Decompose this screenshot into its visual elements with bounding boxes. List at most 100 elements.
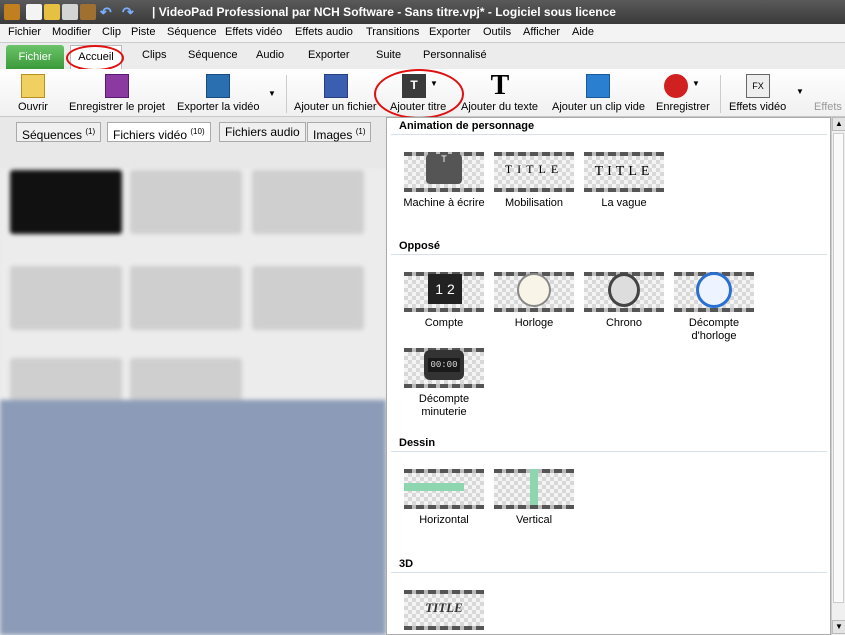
tab-suite[interactable]: Suite — [376, 49, 401, 61]
divider — [391, 254, 827, 255]
title-style-horizontal[interactable]: Horizontal — [399, 469, 489, 527]
scroll-down-icon[interactable]: ▼ — [832, 620, 845, 634]
app-icon — [4, 4, 20, 20]
fx-icon: FX — [746, 74, 770, 98]
dropdown-scrollbar[interactable]: ▲ ▼ — [831, 117, 845, 635]
redo-icon[interactable]: ↷ — [122, 4, 138, 20]
open-icon[interactable] — [44, 4, 60, 20]
scroll-thumb[interactable] — [833, 133, 844, 603]
film-export-icon — [206, 74, 230, 98]
title-style-vertical[interactable]: Vertical — [489, 469, 579, 527]
record-icon — [664, 74, 688, 98]
ribbon-toolbar: Ouvrir Enregistrer le projet Exporter la… — [0, 69, 845, 119]
tab-audio-files[interactable]: Fichiers audio — [219, 122, 306, 142]
timer-icon: 00:00 — [404, 348, 484, 388]
section-header: Animation de personnage — [399, 120, 535, 132]
window-title: | VideoPad Professional par NCH Software… — [152, 5, 616, 19]
lock-icon[interactable] — [80, 4, 96, 20]
media-thumbnails — [0, 168, 386, 422]
countdown-clock-icon — [674, 272, 754, 312]
tab-exporter[interactable]: Exporter — [308, 49, 350, 61]
menu-item[interactable]: Séquence — [167, 26, 217, 38]
undo-icon[interactable]: ↶ — [100, 4, 116, 20]
record-button[interactable]: Enregistrer ▼ — [652, 71, 714, 115]
add-title-dropdown: Animation de personnage T Machine à écri… — [386, 117, 831, 635]
horizontal-wipe-icon — [404, 469, 484, 509]
new-icon[interactable] — [26, 4, 42, 20]
menu-item[interactable]: Piste — [131, 26, 155, 38]
title-style-clock[interactable]: Horloge — [489, 272, 579, 330]
divider — [391, 451, 827, 452]
text-t-icon: T — [490, 70, 510, 101]
stopwatch-icon — [584, 272, 664, 312]
menu-bar: Fichier Modifier Clip Piste Séquence Eff… — [0, 24, 845, 43]
menu-item[interactable]: Clip — [102, 26, 121, 38]
section-header: Opposé — [399, 240, 440, 252]
video-effects-button[interactable]: FX Effets vidéo — [724, 71, 792, 115]
blank-clip-icon — [586, 74, 610, 98]
menu-item[interactable]: Effets audio — [295, 26, 353, 38]
clock-icon — [494, 272, 574, 312]
video-thumbnail[interactable] — [130, 170, 242, 234]
dropdown-arrow-icon[interactable]: ▼ — [796, 87, 804, 96]
title-style-count[interactable]: 1 2 Compte — [399, 272, 489, 330]
title-style-clock-countdown[interactable]: Décompte d'horloge — [669, 272, 759, 343]
title-style-3d[interactable]: TITLE — [399, 590, 489, 630]
scroll-up-icon[interactable]: ▲ — [832, 117, 845, 131]
add-media-icon — [324, 74, 348, 98]
divider — [391, 134, 827, 135]
title-3d-icon: TITLE — [404, 590, 484, 630]
divider — [286, 75, 287, 113]
menu-item[interactable]: Aide — [572, 26, 594, 38]
folder-icon — [21, 74, 45, 98]
tab-fichier[interactable]: Fichier — [6, 45, 64, 69]
save-icon[interactable] — [62, 4, 78, 20]
menu-item[interactable]: Outils — [483, 26, 511, 38]
tab-video-files[interactable]: Fichiers vidéo (10) — [107, 122, 211, 142]
menu-item[interactable]: Afficher — [523, 26, 560, 38]
tab-images[interactable]: Images (1) — [307, 122, 372, 142]
video-thumbnail[interactable] — [10, 266, 122, 330]
title-style-timer-countdown[interactable]: 00:00 Décompte minuterie — [399, 348, 489, 419]
ribbon-tabs: Fichier Accueil Clips Séquence Audio Exp… — [0, 43, 845, 71]
menu-item[interactable]: Exporter — [429, 26, 471, 38]
add-file-button[interactable]: Ajouter un fichier — [292, 71, 378, 115]
save-project-button[interactable]: Enregistrer le projet — [64, 71, 170, 115]
divider — [720, 75, 721, 113]
vertical-wipe-icon — [494, 469, 574, 509]
open-button[interactable]: Ouvrir — [6, 71, 60, 115]
tab-personnalise[interactable]: Personnalisé — [423, 49, 487, 61]
title-style-stopwatch[interactable]: Chrono — [579, 272, 669, 330]
title-style-mobilisation[interactable]: TITLE Mobilisation — [489, 152, 579, 210]
wave-title-icon: TITLE — [584, 152, 664, 192]
section-header: 3D — [399, 558, 414, 570]
timeline-panel — [0, 400, 386, 635]
video-thumbnail[interactable] — [130, 266, 242, 330]
video-thumbnail[interactable] — [252, 266, 364, 330]
menu-item[interactable]: Transitions — [366, 26, 419, 38]
floppy-icon — [105, 74, 129, 98]
section-header: Dessin — [399, 437, 436, 449]
effects-button[interactable]: Effets — [810, 71, 845, 115]
tab-sequence[interactable]: Séquence — [188, 49, 238, 61]
title-bar: ↶ ↷ | VideoPad Professional par NCH Soft… — [0, 0, 845, 24]
highlight-ring — [374, 69, 464, 119]
divider — [391, 572, 827, 573]
counter-icon: 1 2 — [404, 272, 484, 312]
tab-audio[interactable]: Audio — [256, 49, 284, 61]
add-text-button[interactable]: T Ajouter du texte — [460, 71, 544, 115]
tab-sequences[interactable]: Séquences (1) — [16, 122, 102, 142]
menu-item[interactable]: Effets vidéo — [225, 26, 282, 38]
add-blank-clip-button[interactable]: Ajouter un clip vide — [550, 71, 648, 115]
dropdown-arrow-icon[interactable]: ▼ — [692, 79, 700, 88]
highlight-ring — [66, 45, 124, 71]
title-style-wave[interactable]: TITLE La vague — [579, 152, 669, 210]
menu-item[interactable]: Modifier — [52, 26, 91, 38]
video-thumbnail[interactable] — [252, 170, 364, 234]
export-video-button[interactable]: Exporter la vidéo ▼ — [174, 71, 278, 115]
title-style-typewriter[interactable]: T Machine à écrire — [399, 152, 489, 210]
dropdown-arrow-icon[interactable]: ▼ — [268, 89, 276, 98]
tab-clips[interactable]: Clips — [142, 49, 166, 61]
video-thumbnail[interactable] — [10, 170, 122, 234]
menu-item[interactable]: Fichier — [8, 26, 41, 38]
